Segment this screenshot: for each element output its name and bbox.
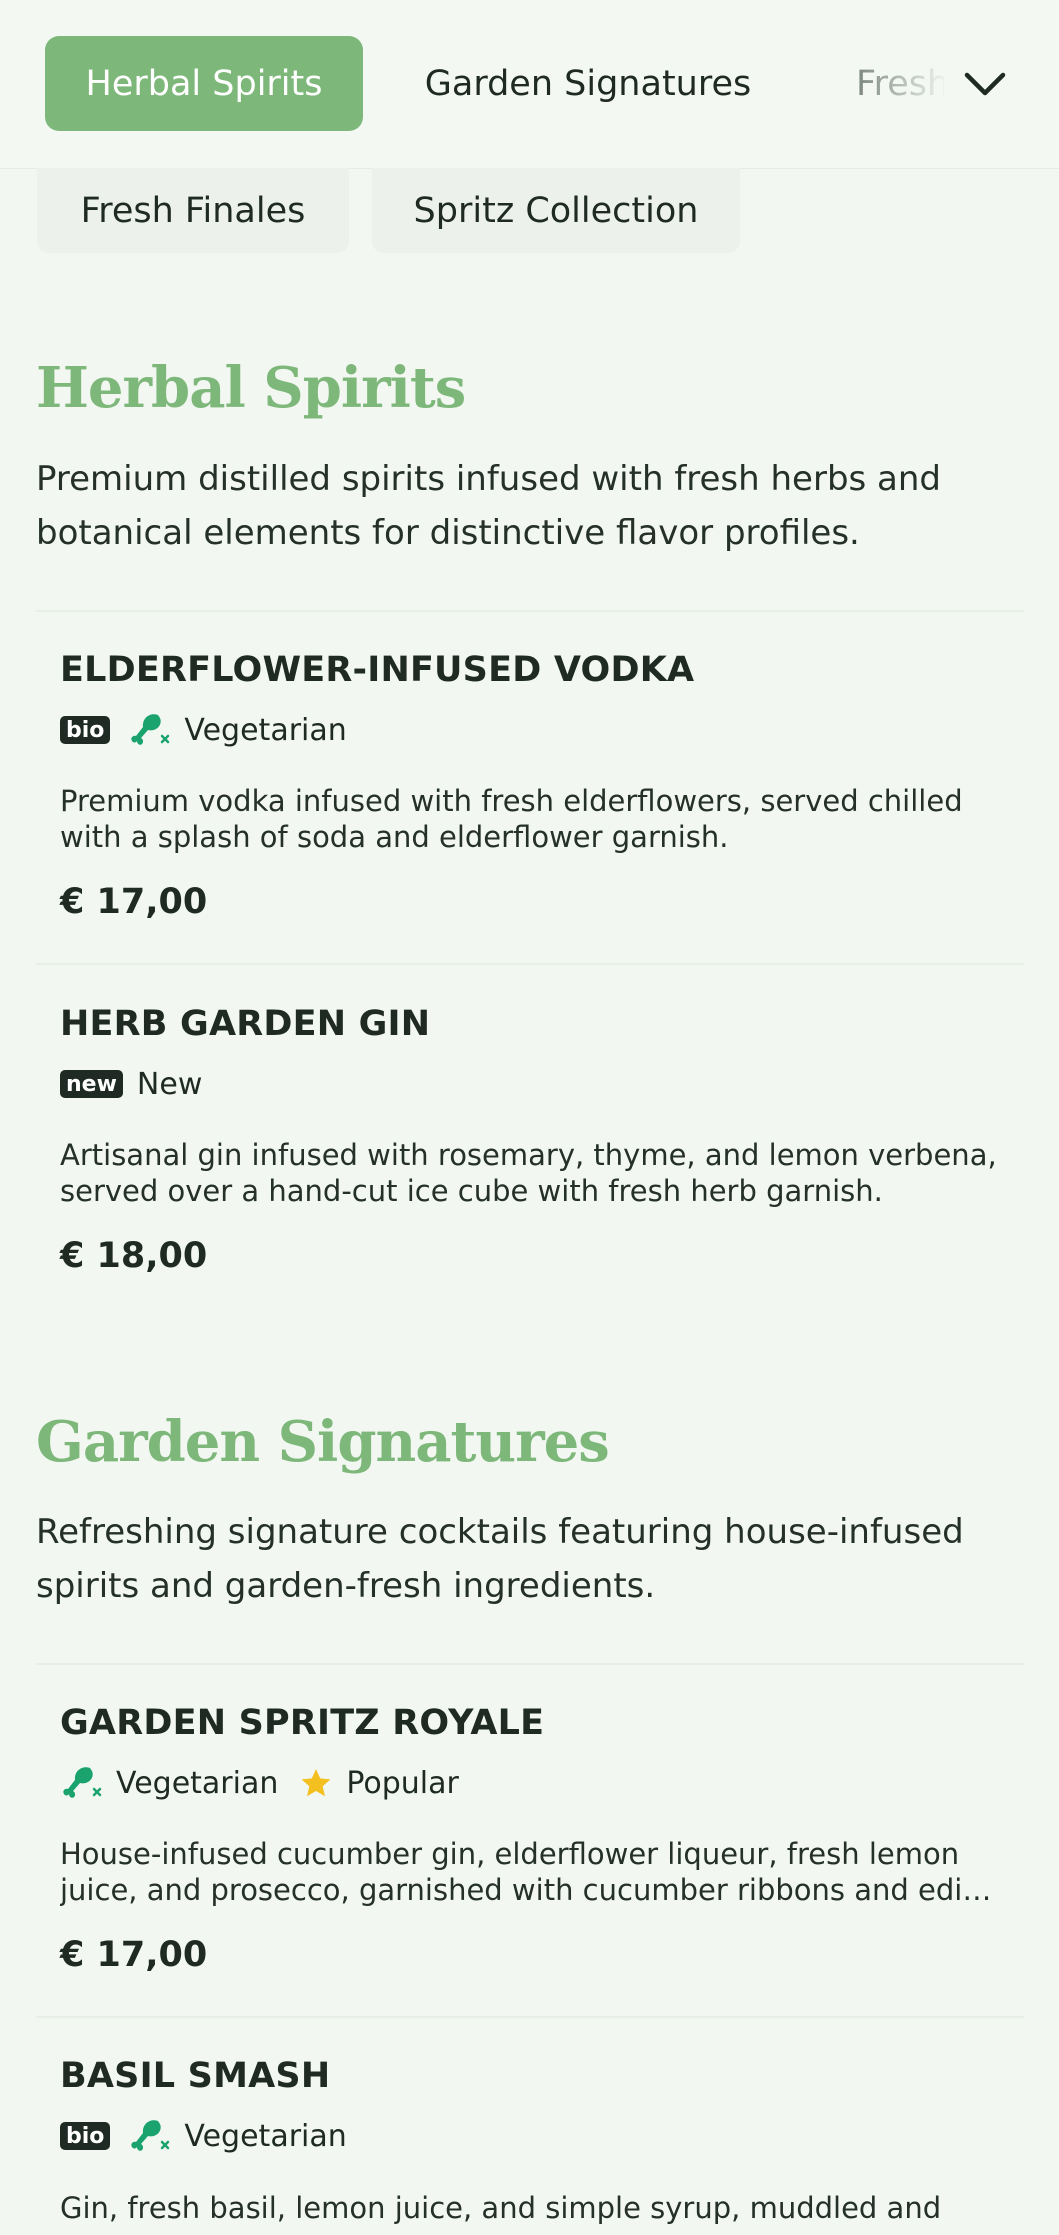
menu-item-name[interactable]: BASIL SMASH: [60, 2056, 330, 2096]
chip-spritz-collection[interactable]: Spritz Collection: [372, 168, 740, 253]
vegetarian-drumstick-icon: [60, 1763, 104, 1803]
menu-item-price: € 17,00: [60, 1935, 208, 1975]
vegetarian-drumstick-icon: [128, 2116, 172, 2156]
bio-badge: bio: [60, 716, 111, 744]
tab-fresh-finales[interactable]: Fresh Finales: [856, 36, 944, 131]
menu-item-name[interactable]: GARDEN SPRITZ ROYALE: [60, 1703, 544, 1743]
menu-item-name[interactable]: HERB GARDEN GIN: [60, 1004, 430, 1044]
vegetarian-label: Vegetarian: [184, 712, 347, 748]
item-tags: bio Vegetarian: [60, 710, 367, 750]
section-title-garden-signatures: Garden Signatures: [36, 1409, 610, 1475]
divider: [36, 963, 1024, 965]
vegetarian-label: Vegetarian: [116, 1765, 279, 1801]
item-tags: Vegetarian Popular: [60, 1763, 479, 1803]
star-icon: [298, 1763, 334, 1803]
menu-item-price: € 18,00: [60, 1236, 208, 1276]
menu-item-description: Premium vodka infused with fresh elderfl…: [60, 784, 963, 854]
divider: [36, 610, 1024, 612]
new-label: New: [136, 1066, 203, 1102]
new-badge: new: [60, 1070, 123, 1098]
tab-garden-signatures[interactable]: Garden Signatures: [400, 36, 776, 131]
item-tags: bio Vegetarian: [60, 2116, 367, 2156]
divider: [36, 1663, 1024, 1665]
menu-item-description: House-infused cucumber gin, elderflower …: [60, 1837, 1005, 1907]
menu-item-description: Gin, fresh basil, lemon juice, and simpl…: [60, 2191, 942, 2225]
section-description: Refreshing signature cocktails featuring…: [36, 1512, 964, 1606]
chip-fresh-finales[interactable]: Fresh Finales: [37, 168, 349, 253]
menu-item-description: Artisanal gin infused with rosemary, thy…: [60, 1138, 997, 1208]
tab-herbal-spirits[interactable]: Herbal Spirits: [45, 36, 363, 131]
section-description: Premium distilled spirits infused with f…: [36, 459, 942, 553]
item-tags: new New: [60, 1064, 222, 1104]
menu-item-price: € 17,00: [60, 882, 208, 922]
section-title-herbal-spirits: Herbal Spirits: [36, 355, 466, 421]
popular-label: Popular: [346, 1765, 459, 1801]
bio-badge: bio: [60, 2122, 111, 2150]
menu-item-name[interactable]: ELDERFLOWER-INFUSED VODKA: [60, 650, 694, 690]
chevron-down-icon[interactable]: [960, 60, 1010, 110]
vegetarian-drumstick-icon: [128, 710, 172, 750]
category-nav: Herbal Spirits Garden Signatures Fresh F…: [0, 0, 1059, 169]
vegetarian-label: Vegetarian: [184, 2118, 347, 2154]
divider: [36, 2016, 1024, 2018]
